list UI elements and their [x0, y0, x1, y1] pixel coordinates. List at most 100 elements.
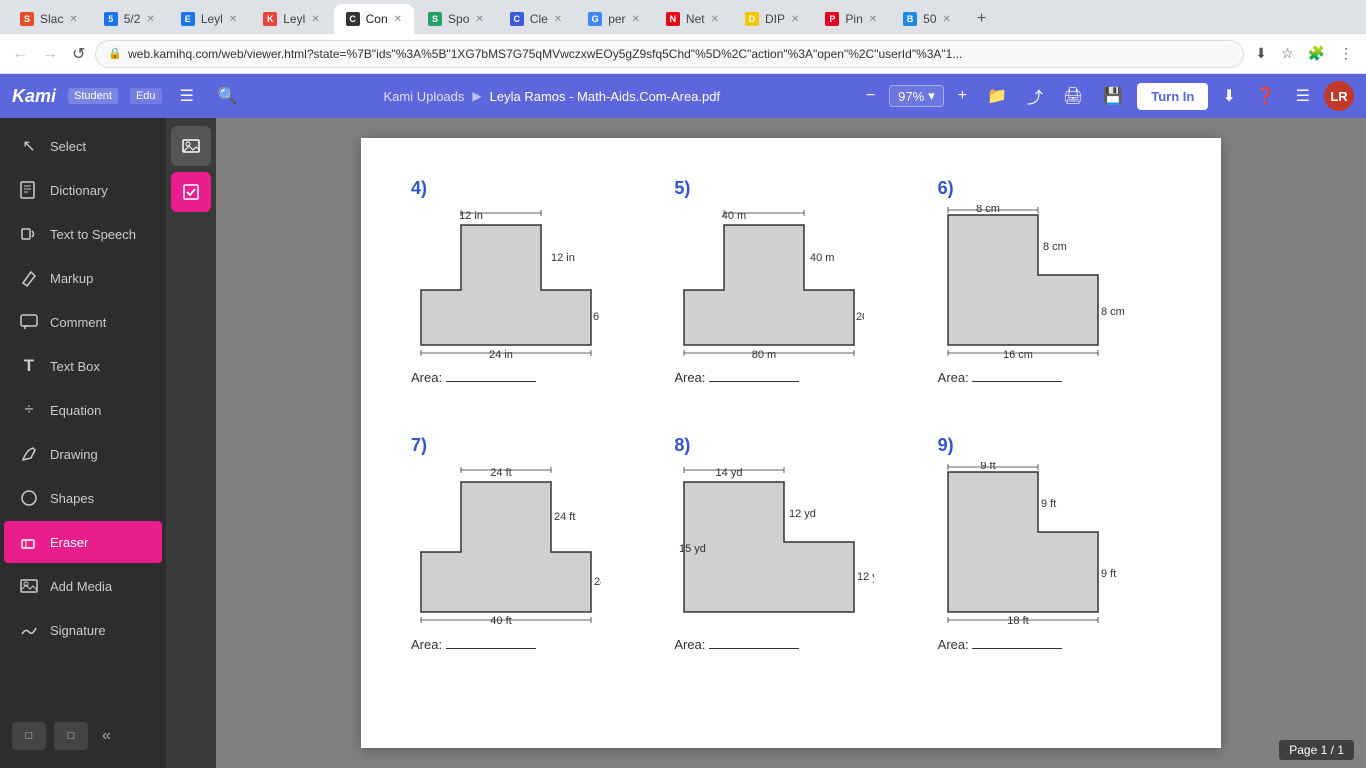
- sidebar-item-comment[interactable]: Comment: [4, 301, 162, 343]
- tab-leyl2[interactable]: K Leyl ✕: [251, 4, 331, 34]
- sidebar-item-select[interactable]: ↖ Select: [4, 125, 162, 167]
- more-options-icon[interactable]: ☰: [1290, 82, 1316, 110]
- sidebar-item-eraser[interactable]: Eraser: [4, 521, 162, 563]
- svg-text:40 ft: 40 ft: [490, 615, 511, 627]
- eraser-sub-panel: [166, 118, 216, 768]
- open-folder-icon[interactable]: 📁: [981, 82, 1013, 110]
- panel-btn-2[interactable]: □: [54, 722, 88, 750]
- tab-spo[interactable]: S Spo ✕: [416, 4, 496, 34]
- collapse-sidebar-button[interactable]: «: [96, 727, 117, 745]
- tab-close-spo[interactable]: ✕: [475, 14, 483, 25]
- svg-text:12 yd: 12 yd: [857, 571, 874, 583]
- tab-close-per[interactable]: ✕: [632, 14, 640, 25]
- tab-new[interactable]: +: [965, 4, 998, 34]
- problem-4: 4) 12 in 12 in 24 in 6 in: [401, 168, 654, 395]
- tab-label-leyl2: Leyl: [283, 12, 305, 26]
- tab-slack[interactable]: S Slac ✕: [8, 4, 90, 34]
- tab-close-net[interactable]: ✕: [711, 14, 719, 25]
- save-icon[interactable]: 💾: [1097, 82, 1129, 110]
- sidebar-item-addmedia[interactable]: Add Media: [4, 565, 162, 607]
- sidebar-item-textbox[interactable]: T Text Box: [4, 345, 162, 387]
- problem-7: 7) 24 ft 24 ft 40 ft 24 ft: [401, 425, 654, 662]
- sidebar-label-tts: Text to Speech: [50, 227, 136, 242]
- sidebar-label-textbox: Text Box: [50, 359, 100, 374]
- share-icon[interactable]: ⤴: [1021, 80, 1049, 112]
- zoom-out-button[interactable]: −: [860, 83, 881, 109]
- turn-in-button[interactable]: Turn In: [1137, 83, 1208, 110]
- zoom-in-button[interactable]: +: [952, 83, 973, 109]
- panel-btn-1[interactable]: □: [12, 722, 46, 750]
- zoom-dropdown-icon: ▾: [928, 88, 935, 104]
- sidebar-item-dictionary[interactable]: Dictionary: [4, 169, 162, 211]
- reload-button[interactable]: ↺: [68, 40, 89, 68]
- extensions-icon[interactable]: 🧩: [1303, 42, 1330, 65]
- tab-cle[interactable]: C Cle ✕: [498, 4, 574, 34]
- download-icon[interactable]: ⬇: [1216, 82, 1241, 110]
- sidebar-item-drawing[interactable]: Drawing: [4, 433, 162, 475]
- download-icon[interactable]: ⬇: [1250, 42, 1272, 65]
- tab-favicon-net: N: [666, 12, 680, 26]
- tab-bar: S Slac ✕ 5 5/2 ✕ E Leyl ✕ K Leyl ✕ C Con…: [0, 0, 1366, 34]
- tab-close-pin[interactable]: ✕: [869, 14, 877, 25]
- back-button[interactable]: ←: [8, 41, 32, 67]
- sidebar-item-shapes[interactable]: Shapes: [4, 477, 162, 519]
- help-icon[interactable]: ❓: [1250, 82, 1282, 110]
- forward-button[interactable]: →: [38, 41, 62, 67]
- tab-favicon-spo: S: [428, 12, 442, 26]
- tab-52[interactable]: 5 5/2 ✕: [92, 4, 167, 34]
- menu-icon[interactable]: ⋮: [1334, 42, 1358, 65]
- shape-4: 12 in 12 in 24 in 6 in: [411, 205, 601, 360]
- page-label: Page: [1289, 743, 1317, 757]
- tab-leyl1[interactable]: E Leyl ✕: [169, 4, 249, 34]
- sidebar-item-tts[interactable]: Text to Speech: [4, 213, 162, 255]
- print-icon[interactable]: 🖨: [1057, 82, 1089, 110]
- edu-badge: Edu: [130, 88, 162, 104]
- tab-per[interactable]: G per ✕: [576, 4, 652, 34]
- nav-icons: ⬇ ☆ 🧩 ⋮: [1250, 42, 1358, 65]
- problem-8-num: 8): [674, 435, 907, 456]
- eraser-sub-btn-1[interactable]: [171, 126, 211, 166]
- signature-icon: [18, 619, 40, 641]
- tab-close-slack[interactable]: ✕: [69, 14, 77, 25]
- tab-con[interactable]: C Con ✕: [334, 4, 414, 34]
- tab-close-52[interactable]: ✕: [146, 14, 154, 25]
- content-area[interactable]: 4) 12 in 12 in 24 in 6 in: [216, 118, 1366, 768]
- problem-6-num: 6): [938, 178, 1171, 199]
- problem-7-num: 7): [411, 435, 644, 456]
- sidebar-item-signature[interactable]: Signature: [4, 609, 162, 651]
- problem-9: 9) 9 ft 9 ft 9 ft 18 ft: [928, 425, 1181, 662]
- shape-8: 14 yd 12 yd 12 yd 15 yd: [674, 462, 874, 627]
- sidebar-item-equation[interactable]: ÷ Equation: [4, 389, 162, 431]
- tab-net[interactable]: N Net ✕: [654, 4, 731, 34]
- sidebar-label-dictionary: Dictionary: [50, 183, 108, 198]
- svg-text:14 yd: 14 yd: [716, 467, 743, 479]
- page-indicator: Page 1 / 1: [1279, 740, 1354, 760]
- drawing-icon: [18, 443, 40, 465]
- shape-6: 8 cm 8 cm 8 cm 16 cm: [938, 205, 1128, 360]
- sidebar-label-addmedia: Add Media: [50, 579, 112, 594]
- url-bar[interactable]: 🔒 web.kamihq.com/web/viewer.html?state=%…: [95, 40, 1244, 68]
- tab-close-con[interactable]: ✕: [394, 14, 402, 25]
- tab-50[interactable]: B 50 ✕: [891, 4, 963, 34]
- shape-7: 24 ft 24 ft 40 ft 24 ft: [411, 462, 601, 627]
- sidebar-item-markup[interactable]: Markup: [4, 257, 162, 299]
- tab-dip[interactable]: D DIP ✕: [733, 4, 811, 34]
- search-icon[interactable]: 🔍: [212, 82, 244, 110]
- svg-text:24 ft: 24 ft: [594, 576, 601, 588]
- tab-close-cle[interactable]: ✕: [554, 14, 562, 25]
- eraser-sub-btn-2[interactable]: [171, 172, 211, 212]
- tab-label-con: Con: [366, 12, 388, 26]
- sidebar-label-select: Select: [50, 139, 86, 154]
- doc-title: Leyla Ramos - Math-Aids.Com-Area.pdf: [490, 89, 720, 104]
- tab-pin[interactable]: P Pin ✕: [813, 4, 889, 34]
- sidebar-toggle-icon[interactable]: ☰: [174, 82, 200, 110]
- tab-close-50[interactable]: ✕: [943, 14, 951, 25]
- uploads-link[interactable]: Kami Uploads: [383, 89, 464, 104]
- tab-close-dip[interactable]: ✕: [791, 14, 799, 25]
- tab-close-leyl1[interactable]: ✕: [229, 14, 237, 25]
- nav-bar: ← → ↺ 🔒 web.kamihq.com/web/viewer.html?s…: [0, 34, 1366, 74]
- avatar[interactable]: LR: [1324, 81, 1354, 111]
- tab-close-leyl2[interactable]: ✕: [311, 14, 319, 25]
- bookmark-icon[interactable]: ☆: [1276, 42, 1299, 65]
- addmedia-icon: [18, 575, 40, 597]
